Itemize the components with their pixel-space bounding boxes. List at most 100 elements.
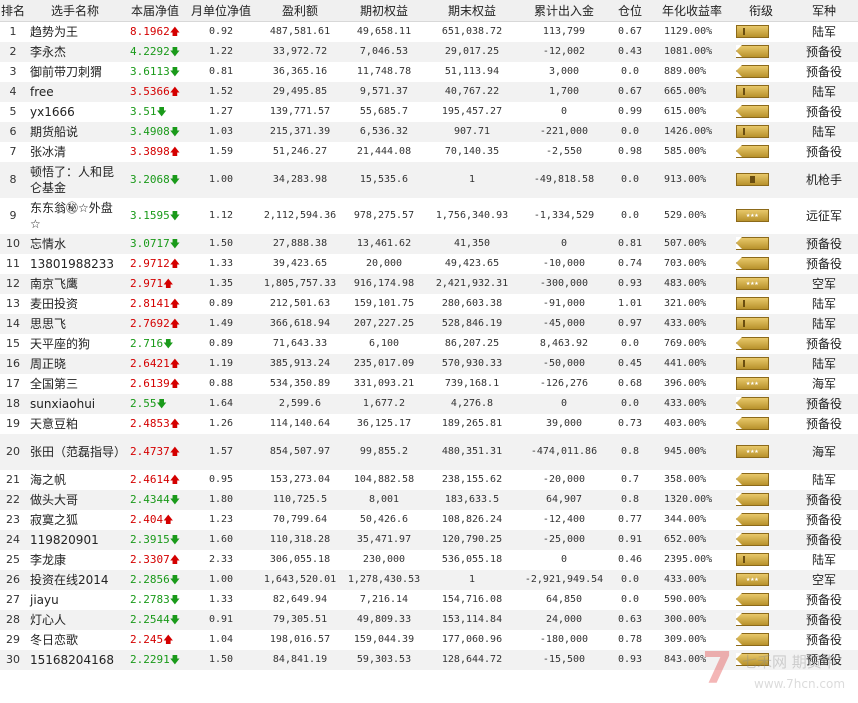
table-row[interactable]: 30 15168204168 2.2291🡇 1.50 84,841.19 59,303.…	[0, 650, 858, 670]
table-row[interactable]: 8 顿悟了：人和昆仑基金 3.2068🡇 1.00 34,283.98 15,535.6 1…	[0, 162, 858, 198]
rank-badge-icon	[736, 256, 769, 270]
nav-cell: 2.7692🡅	[124, 314, 186, 334]
player-name-link[interactable]: 李永杰	[26, 42, 124, 62]
table-row[interactable]: 5 yx1666 3.51🡇 1.27 139,771.57 55,685.7 195,45…	[0, 102, 858, 122]
table-row[interactable]: 29 冬日恋歌 2.245🡅 1.04 198,016.57 159,044.39 177,…	[0, 630, 858, 650]
player-name-link[interactable]: 麦田投资	[26, 294, 124, 314]
header-nav[interactable]: 本届净值	[124, 0, 186, 22]
cumulative-flow-cell: -15,500	[520, 650, 608, 670]
player-name-link[interactable]: 李龙康	[26, 550, 124, 570]
player-name-link[interactable]: 周正晓	[26, 354, 124, 374]
table-row[interactable]: 13 麦田投资 2.8141🡅 0.89 212,501.63 159,101.75 280…	[0, 294, 858, 314]
initial-equity-cell: 20,000	[365, 258, 403, 269]
table-row[interactable]: 7 张冰清 3.3898🡅 1.59 51,246.27 21,444.08 70,140.…	[0, 142, 858, 162]
player-name-link[interactable]: 张田（范磊指导）	[26, 434, 124, 470]
player-name-link[interactable]: 天平座的狗	[26, 334, 124, 354]
player-name-link[interactable]: 海之帆	[26, 470, 124, 490]
table-row[interactable]: 23 寂寞之狐 2.404🡅 1.23 70,799.64 50,426.6 108,826…	[0, 510, 858, 530]
player-name-link[interactable]: jiayu	[26, 590, 124, 610]
army-type-cell: 预备役	[805, 257, 842, 271]
nav-cell: 3.1595🡇	[124, 198, 186, 234]
table-row[interactable]: 28 灯心人 2.2544🡇 0.91 79,305.51 49,809.33 153,11…	[0, 610, 858, 630]
header-cumulative-flow[interactable]: 累计出入金	[520, 0, 608, 22]
final-equity-cell: 49,423.65	[444, 258, 500, 269]
cumulative-flow-cell: 0	[560, 106, 568, 117]
player-name-link[interactable]: sunxiaohui	[26, 394, 124, 414]
player-name-link[interactable]: 期货船说	[26, 122, 124, 142]
player-name-link[interactable]: 灯心人	[26, 610, 124, 630]
table-row[interactable]: 1 趋势为王 8.1962🡅 0.92 487,581.61 49,658.11 651,0…	[0, 22, 858, 43]
table-row[interactable]: 20 张田（范磊指导） 2.4737🡅 1.57 854,507.97 99,855.2 4…	[0, 434, 858, 470]
table-row[interactable]: 11 13801988233 2.9712🡅 1.33 39,423.65 20,000 4…	[0, 254, 858, 274]
table-row[interactable]: 19 天意豆粕 2.4853🡅 1.26 114,140.64 36,125.17 189,…	[0, 414, 858, 434]
table-row[interactable]: 10 忘情水 3.0717🡇 1.50 27,888.38 13,461.62 41,350…	[0, 234, 858, 254]
profit-cell: 215,371.39	[256, 122, 344, 142]
header-army-type[interactable]: 军种	[790, 0, 858, 22]
monthly-nav-cell: 1.12	[208, 210, 234, 221]
table-row[interactable]: 15 天平座的狗 2.716🡇 0.89 71,643.33 6,100 86,207.25…	[0, 334, 858, 354]
header-monthly-nav[interactable]: 月单位净值	[186, 0, 256, 22]
final-equity-cell: 280,603.38	[441, 298, 503, 309]
player-name-link[interactable]: 趋势为王	[26, 22, 124, 43]
player-name-link[interactable]: free	[26, 82, 124, 102]
table-row[interactable]: 26 投资在线2014 2.2856🡇 1.00 1,643,520.01 1,278,4…	[0, 570, 858, 590]
header-rank-badge[interactable]: 衔级	[732, 0, 790, 22]
table-row[interactable]: 17 全国第三 2.6139🡅 0.88 534,350.89 331,093.21 739…	[0, 374, 858, 394]
player-name-link[interactable]: 做头大哥	[26, 490, 124, 510]
header-initial-equity[interactable]: 期初权益	[344, 0, 424, 22]
monthly-nav-cell: 0.89	[208, 298, 234, 309]
player-name-link[interactable]: yx1666	[26, 102, 124, 122]
player-name-link[interactable]: 南京飞鹰	[26, 274, 124, 294]
player-name-link[interactable]: 天意豆粕	[26, 414, 124, 434]
player-name-link[interactable]: 冬日恋歌	[26, 630, 124, 650]
rank-badge-cell	[732, 62, 790, 82]
player-name-link[interactable]: 顿悟了：人和昆仑基金	[26, 162, 124, 198]
table-row[interactable]: 2 李永杰 4.2292🡇 1.22 33,972.72 7,046.53 29,017.2…	[0, 42, 858, 62]
army-type-cell: 陆军	[790, 314, 858, 334]
table-row[interactable]: 22 做头大哥 2.4344🡇 1.80 110,725.5 8,001 183,633.5…	[0, 490, 858, 510]
cumulative-flow-cell: -1,334,529	[533, 210, 595, 221]
position-cell: 1.01	[617, 298, 643, 309]
header-position[interactable]: 仓位	[608, 0, 652, 22]
player-name-link[interactable]: 忘情水	[26, 234, 124, 254]
table-row[interactable]: 14 思思飞 2.7692🡅 1.49 366,618.94 207,227.25 528,…	[0, 314, 858, 334]
table-row[interactable]: 24 119820901 2.3915🡇 1.60 110,318.28 35,471.9…	[0, 530, 858, 550]
rank-badge-cell	[732, 314, 790, 334]
table-row[interactable]: 6 期货船说 3.4908🡇 1.03 215,371.39 6,536.32 907.71…	[0, 122, 858, 142]
table-row[interactable]: 3 御前带刀刺猬 3.6113🡇 0.81 36,365.16 11,748.78 51,1…	[0, 62, 858, 82]
player-name-link[interactable]: 御前带刀刺猬	[26, 62, 124, 82]
player-name-link[interactable]: 寂寞之狐	[26, 510, 124, 530]
cumulative-flow-cell: 8,463.92	[539, 338, 589, 349]
header-annual-return[interactable]: 年化收益率	[652, 0, 732, 22]
table-row[interactable]: 16 周正晓 2.6421🡅 1.19 385,913.24 235,017.09 570,…	[0, 354, 858, 374]
table-row[interactable]: 27 jiayu 2.2783🡇 1.33 82,649.94 7,216.14 154,7…	[0, 590, 858, 610]
player-name-link[interactable]: 13801988233	[26, 254, 124, 274]
profit-cell: 36,365.16	[272, 66, 328, 77]
final-equity-cell: 1	[424, 162, 520, 198]
header-profit[interactable]: 盈利额	[256, 0, 344, 22]
table-row[interactable]: 25 李龙康 2.3307🡅 2.33 306,055.18 230,000 536,055…	[0, 550, 858, 570]
header-rank[interactable]: 排名	[0, 0, 26, 22]
table-row[interactable]: 4 free 3.5366🡅 1.52 29,495.85 9,571.37 40,767.…	[0, 82, 858, 102]
header-player-name[interactable]: 选手名称	[26, 0, 124, 22]
monthly-nav-cell: 2.33	[208, 554, 234, 565]
rank-cell: 11	[6, 257, 20, 270]
army-type-cell: 预备役	[805, 513, 842, 527]
arrow-up-icon: 🡅	[163, 514, 174, 526]
table-row[interactable]: 18 sunxiaohui 2.55🡇 1.64 2,599.6 1,677.2 4,276…	[0, 394, 858, 414]
player-name-link[interactable]: 15168204168	[26, 650, 124, 670]
player-name-link[interactable]: 全国第三	[26, 374, 124, 394]
player-name-link[interactable]: 东东翁㊙☆外盘☆	[26, 198, 124, 234]
annual-return-cell: 665.00%	[652, 82, 732, 102]
army-type-cell: 预备役	[805, 105, 842, 119]
player-name-link[interactable]: 119820901	[26, 530, 124, 550]
player-name-link[interactable]: 投资在线2014	[26, 570, 124, 590]
table-row[interactable]: 12 南京飞鹰 2.971🡅 1.35 1,805,757.33 916,174.98 2,…	[0, 274, 858, 294]
player-name-link[interactable]: 张冰清	[26, 142, 124, 162]
table-row[interactable]: 9 东东翁㊙☆外盘☆ 3.1595🡇 1.12 2,112,594.36 978,275.…	[0, 198, 858, 234]
arrow-down-icon: 🡇	[169, 614, 181, 626]
header-final-equity[interactable]: 期末权益	[424, 0, 520, 22]
player-name-link[interactable]: 思思飞	[26, 314, 124, 334]
profit-cell: 70,799.64	[272, 514, 328, 525]
table-row[interactable]: 21 海之帆 2.4614🡅 0.95 153,273.04 104,882.58 238,…	[0, 470, 858, 490]
